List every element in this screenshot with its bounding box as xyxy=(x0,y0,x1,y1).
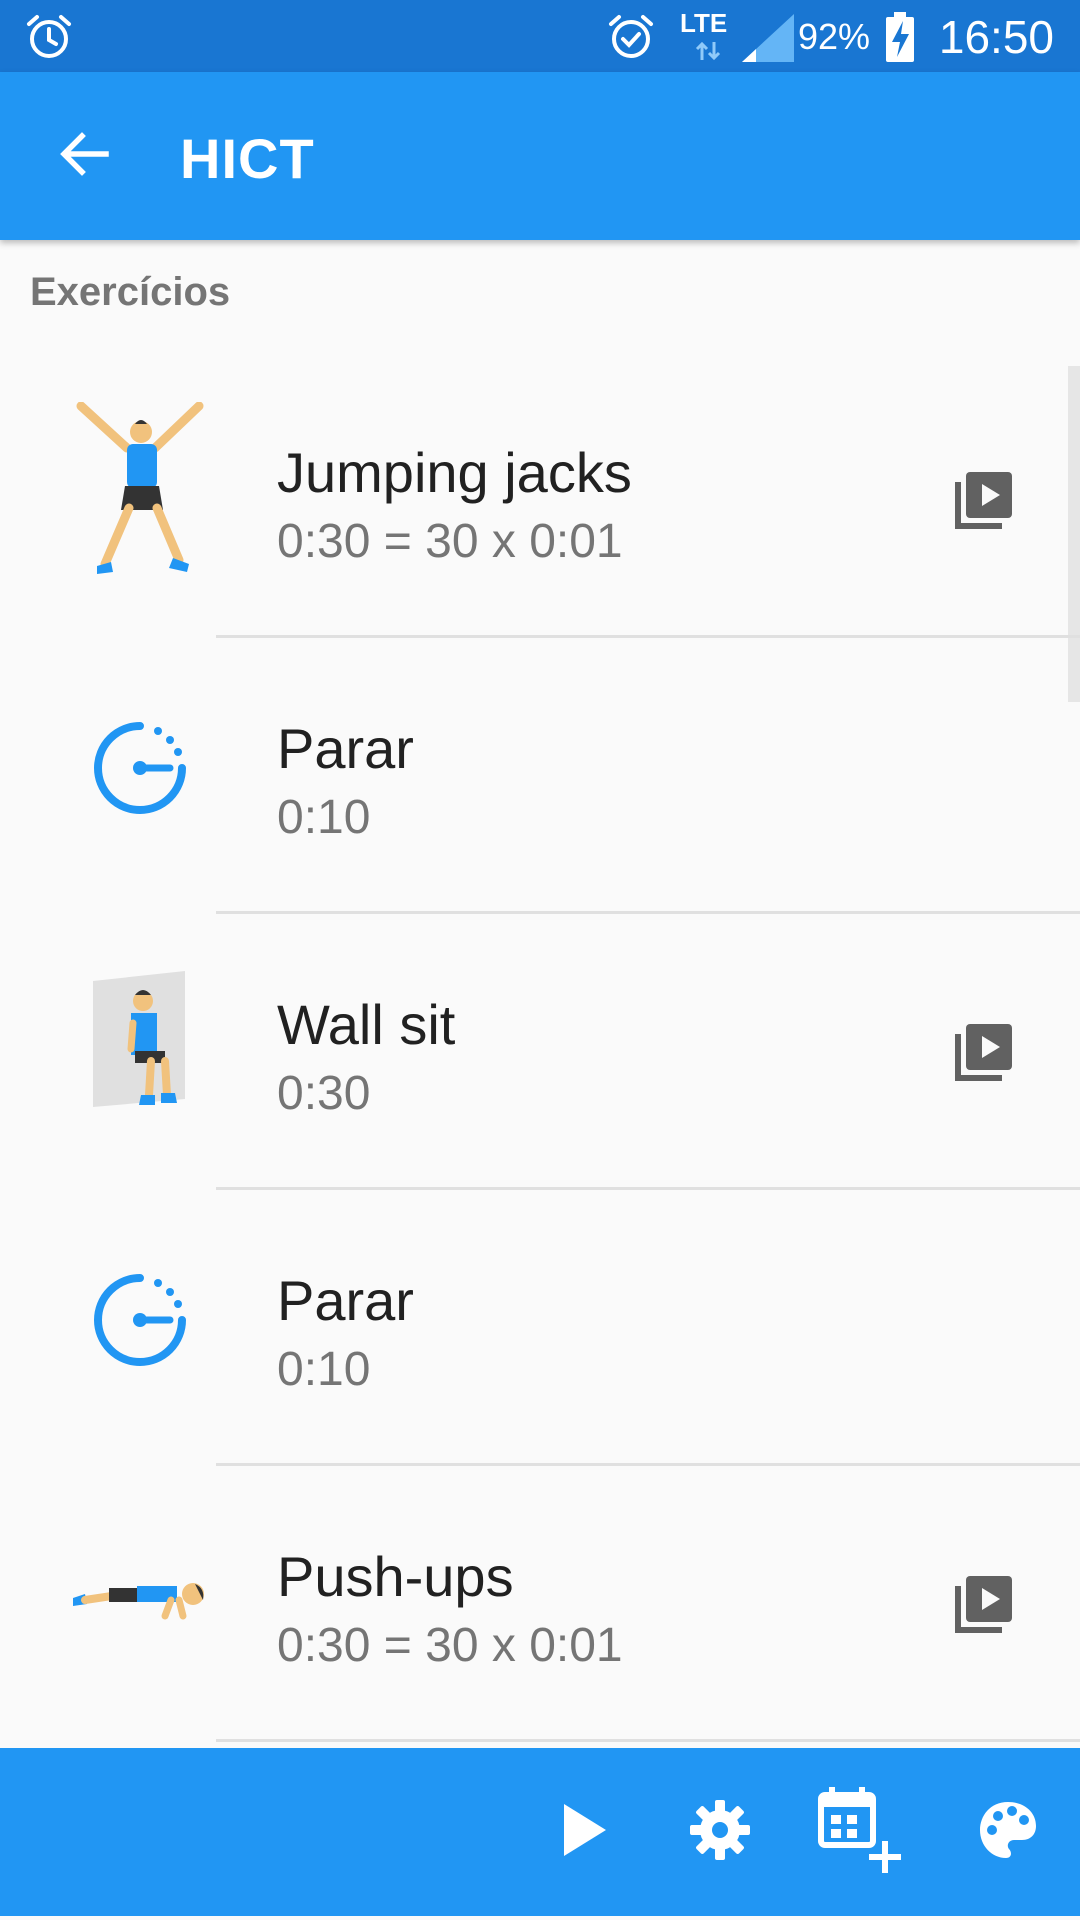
exercise-name: Parar xyxy=(277,717,414,780)
list-item[interactable]: Push-ups 0:30 = 30 x 0:01 xyxy=(0,1466,1080,1742)
exercise-name: Jumping jacks xyxy=(277,441,632,504)
section-header: Exercícios xyxy=(30,270,231,314)
push-ups-figure xyxy=(60,1506,220,1686)
play-button[interactable] xyxy=(532,1782,632,1882)
lte-data-icon: LTE xyxy=(680,8,727,39)
exercise-duration: 0:30 xyxy=(277,1067,371,1120)
theme-button[interactable] xyxy=(958,1782,1058,1882)
wall-sit-figure xyxy=(60,954,220,1134)
network-label: LTE xyxy=(680,8,728,38)
list-item[interactable]: Jumping jacks 0:30 = 30 x 0:01 xyxy=(0,362,1080,638)
timer-icon xyxy=(60,678,220,858)
list-item[interactable]: Parar 0:10 xyxy=(0,638,1080,914)
palette-icon xyxy=(976,1798,1040,1867)
list-item[interactable]: Wall sit 0:30 xyxy=(0,914,1080,1190)
lte-arrows-icon xyxy=(694,40,722,62)
exercise-duration: 0:10 xyxy=(277,1343,371,1396)
exercise-name: Parar xyxy=(277,1269,414,1332)
video-library-icon xyxy=(952,468,1016,537)
exercise-duration: 0:10 xyxy=(277,791,371,844)
exercise-name: Wall sit xyxy=(277,993,456,1056)
video-button[interactable] xyxy=(944,462,1024,542)
exercise-duration: 0:30 = 30 x 0:01 xyxy=(277,515,623,568)
jumping-jacks-figure xyxy=(60,402,220,582)
video-library-icon xyxy=(952,1572,1016,1641)
battery-percent: 92% xyxy=(797,16,870,57)
bottom-action-bar xyxy=(0,1748,1080,1916)
alarm-check-icon xyxy=(606,12,656,62)
clock: 16:50 xyxy=(938,11,1054,63)
add-to-calendar-button[interactable] xyxy=(810,1782,910,1882)
battery-charging-icon xyxy=(884,12,916,62)
play-icon xyxy=(552,1800,612,1865)
video-button[interactable] xyxy=(944,1566,1024,1646)
timer-icon xyxy=(60,1230,220,1410)
status-bar: LTE 92% 16:50 xyxy=(0,0,1080,72)
divider xyxy=(216,1739,1080,1742)
page-title: HICT xyxy=(180,127,315,190)
signal-icon xyxy=(742,14,794,62)
exercise-name: Push-ups xyxy=(277,1545,514,1608)
video-button[interactable] xyxy=(944,1014,1024,1094)
video-library-icon xyxy=(952,1020,1016,1089)
exercise-list: Jumping jacks 0:30 = 30 x 0:01 Parar 0:1… xyxy=(0,362,1080,1748)
exercise-duration: 0:30 = 30 x 0:01 xyxy=(277,1619,623,1672)
app-bar: HICT xyxy=(0,72,1080,240)
calendar-add-icon xyxy=(815,1785,905,1880)
settings-button[interactable] xyxy=(670,1782,770,1882)
back-button[interactable] xyxy=(44,116,124,196)
alarm-icon xyxy=(24,12,74,62)
list-item[interactable]: Parar 0:10 xyxy=(0,1190,1080,1466)
settings-gear-icon xyxy=(688,1798,752,1867)
arrow-back-icon xyxy=(56,126,112,187)
